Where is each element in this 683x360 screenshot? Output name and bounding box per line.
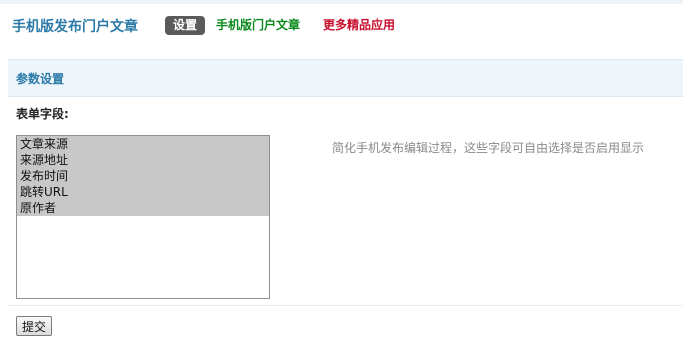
header: 手机版发布门户文章 设置 手机版门户文章 更多精品应用 bbox=[0, 6, 683, 46]
help-text: 简化手机发布编辑过程，这些字段可自由选择是否启用显示 bbox=[332, 141, 645, 155]
form-fields-multiselect[interactable]: 文章来源 来源地址 发布时间 跳转URL 原作者 bbox=[16, 135, 270, 299]
tab-settings[interactable]: 设置 bbox=[165, 16, 205, 35]
option-redirect-url[interactable]: 跳转URL bbox=[17, 184, 269, 200]
option-publish-time[interactable]: 发布时间 bbox=[17, 168, 269, 184]
option-article-source[interactable]: 文章来源 bbox=[17, 136, 269, 152]
section-title: 参数设置 bbox=[16, 72, 65, 86]
tab-mobile-portal-article[interactable]: 手机版门户文章 bbox=[216, 15, 300, 35]
page-title: 手机版发布门户文章 bbox=[12, 19, 138, 35]
section-header: 参数设置 bbox=[8, 59, 683, 97]
option-source-url[interactable]: 来源地址 bbox=[17, 152, 269, 168]
form-fields-label: 表单字段: bbox=[16, 107, 69, 121]
option-original-author[interactable]: 原作者 bbox=[17, 200, 269, 216]
tab-more-apps[interactable]: 更多精品应用 bbox=[323, 15, 395, 35]
divider bbox=[8, 305, 683, 306]
submit-button[interactable]: 提交 bbox=[16, 316, 52, 336]
top-border bbox=[0, 0, 683, 4]
